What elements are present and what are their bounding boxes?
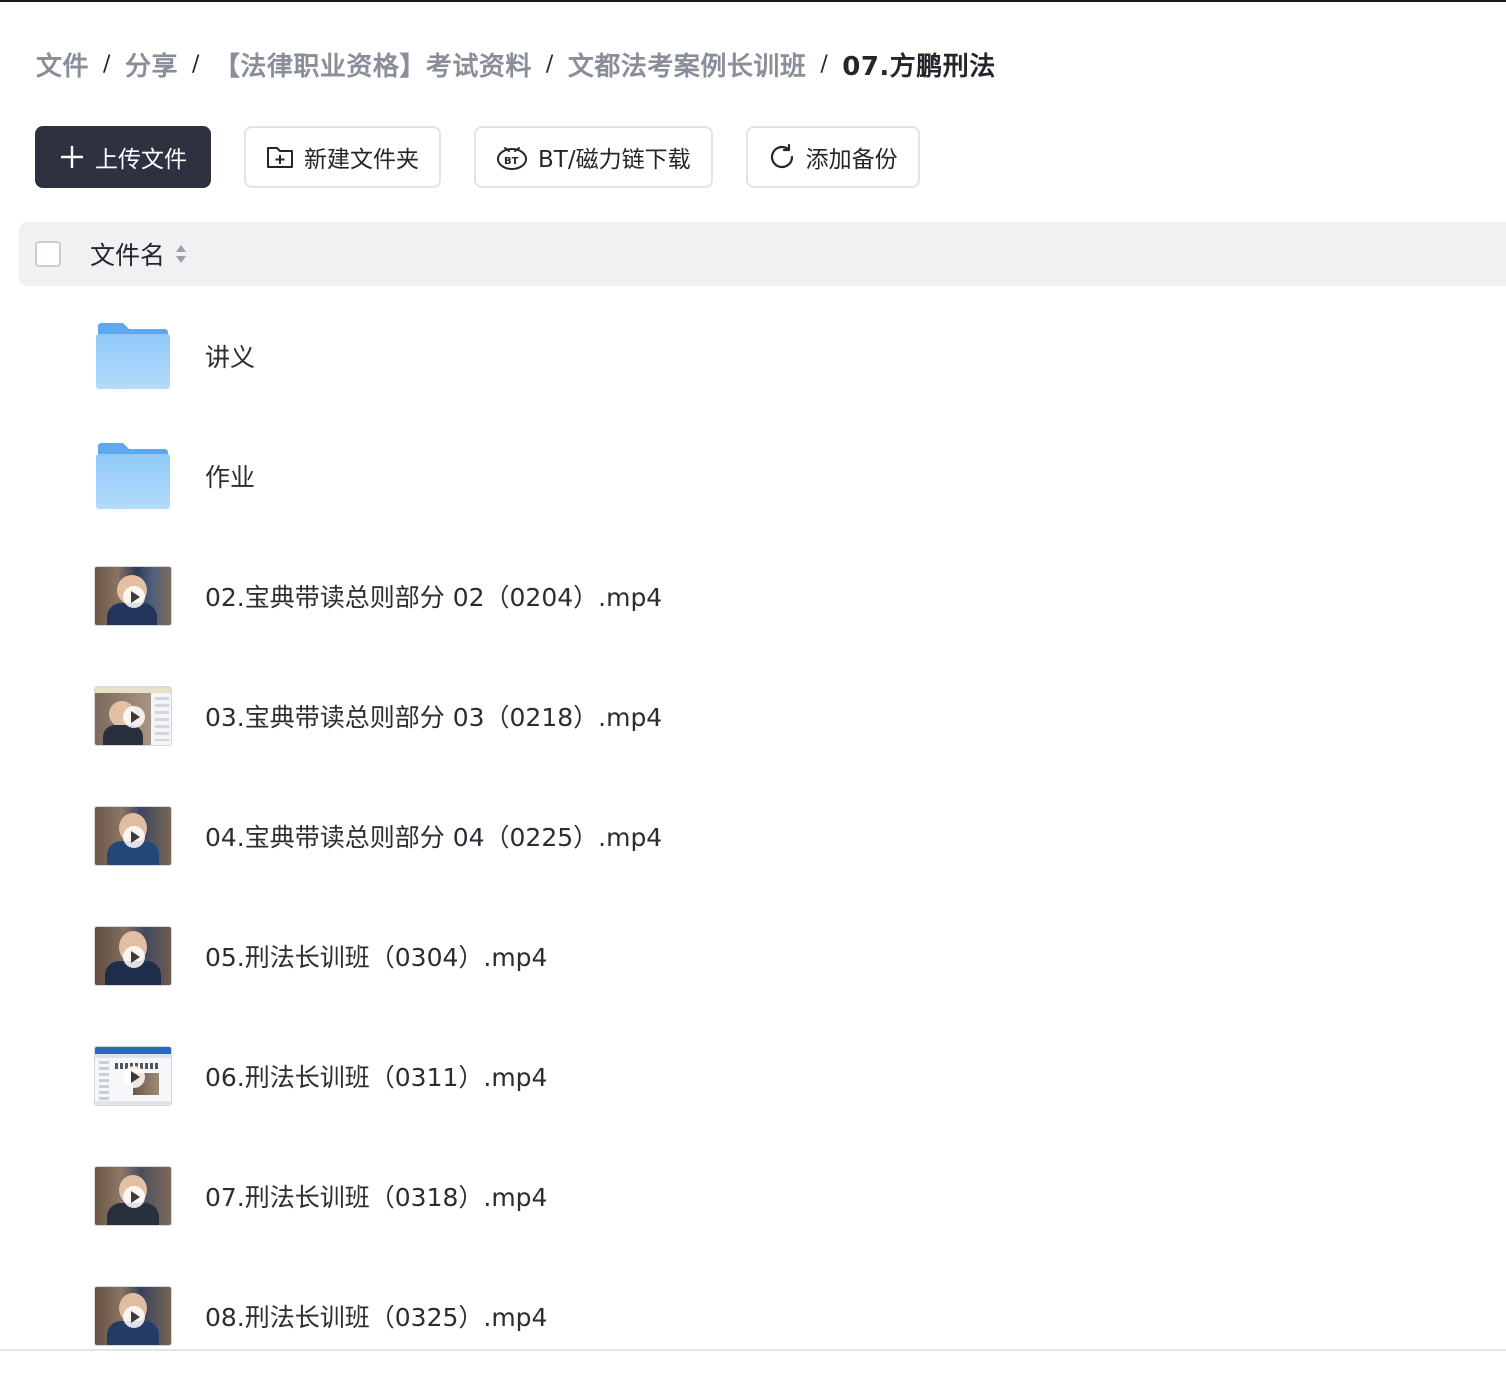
upload-button-label: 上传文件: [95, 147, 187, 173]
breadcrumb-item-legal-qualification[interactable]: 【法律职业资格】考试资料: [214, 46, 532, 83]
file-name[interactable]: 03.宝典带读总则部分 03（0218）.mp4: [205, 698, 662, 734]
video-thumbnail: [94, 566, 172, 626]
breadcrumb-separator: /: [103, 51, 111, 77]
bt-magnet-download-button[interactable]: BT BT/磁力链下载: [474, 126, 713, 188]
breadcrumb-item-files[interactable]: 文件: [36, 46, 89, 83]
add-backup-button[interactable]: 添加备份: [745, 126, 920, 188]
folder-icon: [96, 442, 170, 510]
plus-icon: [59, 144, 85, 170]
video-thumbnail: [94, 1286, 172, 1346]
new-folder-button[interactable]: 新建文件夹: [244, 126, 441, 188]
new-folder-button-label: 新建文件夹: [304, 147, 419, 173]
new-folder-icon: [266, 144, 294, 170]
play-icon: [123, 586, 145, 608]
upload-button[interactable]: 上传文件: [35, 126, 211, 188]
file-name[interactable]: 06.刑法长训班（0311）.mp4: [205, 1058, 547, 1094]
breadcrumb: 文件 / 分享 / 【法律职业资格】考试资料 / 文都法考案例长训班 / 07.…: [36, 44, 996, 84]
list-item-video[interactable]: 03.宝典带读总则部分 03（0218）.mp4: [0, 656, 1506, 776]
video-thumbnail: [94, 1166, 172, 1226]
file-name[interactable]: 04.宝典带读总则部分 04（0225）.mp4: [205, 818, 662, 854]
play-icon: [123, 1306, 145, 1328]
file-name[interactable]: 讲义: [205, 338, 255, 374]
list-item-video[interactable]: 02.宝典带读总则部分 02（0204）.mp4: [0, 536, 1506, 656]
bt-button-label: BT/磁力链下载: [538, 147, 691, 173]
list-item-folder[interactable]: 讲义: [0, 296, 1506, 416]
breadcrumb-separator: /: [545, 51, 554, 77]
file-name[interactable]: 07.刑法长训班（0318）.mp4: [205, 1178, 547, 1214]
list-item-video[interactable]: 05.刑法长训班（0304）.mp4: [0, 896, 1506, 1016]
list-item-video[interactable]: 08.刑法长训班（0325）.mp4: [0, 1256, 1506, 1376]
breadcrumb-item-share[interactable]: 分享: [125, 46, 178, 83]
breadcrumb-separator: /: [820, 51, 829, 77]
breadcrumb-item-current: 07.方鹏刑法: [842, 51, 996, 82]
play-icon: [123, 706, 145, 728]
file-name[interactable]: 08.刑法长训班（0325）.mp4: [205, 1298, 547, 1334]
list-item-video[interactable]: 06.刑法长训班（0311）.mp4: [0, 1016, 1506, 1136]
list-bottom-border: [0, 1349, 1506, 1351]
play-icon: [123, 946, 145, 968]
play-icon: [123, 1186, 145, 1208]
file-list-header: 文件名: [19, 222, 1506, 286]
play-icon: [123, 1066, 145, 1088]
video-thumbnail: [94, 806, 172, 866]
play-icon: [123, 826, 145, 848]
breadcrumb-separator: /: [191, 51, 200, 77]
file-name[interactable]: 作业: [205, 458, 255, 494]
file-list: 讲义 作业 02.宝典带读总则部分 02（0204）.mp4 03.宝典带读总则…: [0, 296, 1506, 1376]
sort-icon[interactable]: [175, 243, 187, 265]
file-name[interactable]: 05.刑法长训班（0304）.mp4: [205, 938, 547, 974]
window-top-border: [0, 0, 1506, 2]
list-item-video[interactable]: 04.宝典带读总则部分 04（0225）.mp4: [0, 776, 1506, 896]
list-item-folder[interactable]: 作业: [0, 416, 1506, 536]
list-item-video[interactable]: 07.刑法长训班（0318）.mp4: [0, 1136, 1506, 1256]
column-header-filename[interactable]: 文件名: [90, 236, 165, 272]
breadcrumb-item-case-class[interactable]: 文都法考案例长训班: [568, 46, 807, 83]
video-thumbnail: [94, 1046, 172, 1106]
video-thumbnail: [94, 926, 172, 986]
select-all-checkbox[interactable]: [35, 241, 61, 267]
svg-text:BT: BT: [504, 156, 519, 167]
folder-icon: [96, 322, 170, 390]
sync-icon: [768, 143, 796, 171]
file-name[interactable]: 02.宝典带读总则部分 02（0204）.mp4: [205, 578, 662, 614]
video-thumbnail: [94, 686, 172, 746]
add-backup-button-label: 添加备份: [805, 147, 898, 173]
bt-icon: BT: [496, 143, 528, 171]
toolbar: 上传文件 新建文件夹 BT BT/磁力链下载 添加备份: [35, 126, 920, 190]
